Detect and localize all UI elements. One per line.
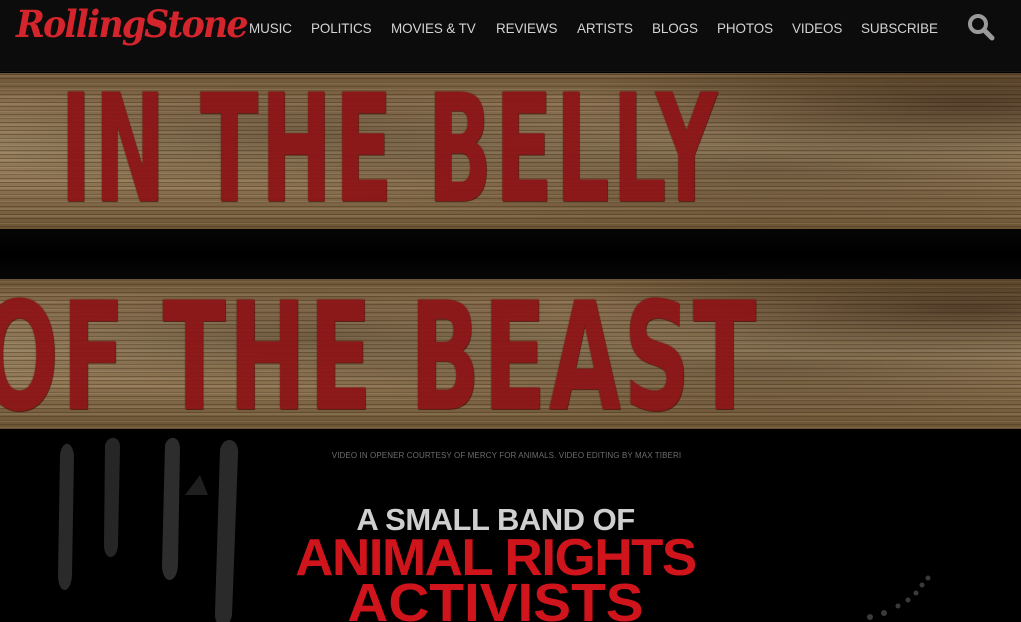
- search-button[interactable]: [966, 12, 996, 42]
- hero-title-line-1: IN THE BELLY: [60, 73, 720, 237]
- nav-item-videos[interactable]: VIDEOS: [792, 19, 842, 37]
- nav-item-artists[interactable]: ARTISTS: [577, 19, 633, 37]
- nav-item-reviews[interactable]: REVIEWS: [496, 19, 557, 37]
- headline-line-2: ACTIVISTS: [347, 573, 644, 622]
- site-header: RollingStone MUSIC POLITICS MOVIES & TV …: [0, 0, 1021, 72]
- nav-item-politics[interactable]: POLITICS: [311, 19, 372, 37]
- nav-item-photos[interactable]: PHOTOS: [717, 19, 773, 37]
- nav-item-music[interactable]: MUSIC: [249, 19, 292, 37]
- hero-banner: IN THE BELLY OF THE BEAST VIDEO IN OPENE…: [0, 73, 1021, 622]
- nav-item-blogs[interactable]: BLOGS: [652, 19, 698, 37]
- nav-item-movies-tv[interactable]: MOVIES & TV: [391, 19, 476, 37]
- hero-title-line-2: OF THE BEAST: [0, 271, 759, 445]
- nav-item-subscribe[interactable]: SUBSCRIBE: [861, 19, 938, 37]
- main-nav: MUSIC POLITICS MOVIES & TV REVIEWS ARTIS…: [249, 19, 958, 37]
- search-icon: [968, 14, 995, 41]
- rolling-stone-logo[interactable]: RollingStone: [16, 2, 248, 46]
